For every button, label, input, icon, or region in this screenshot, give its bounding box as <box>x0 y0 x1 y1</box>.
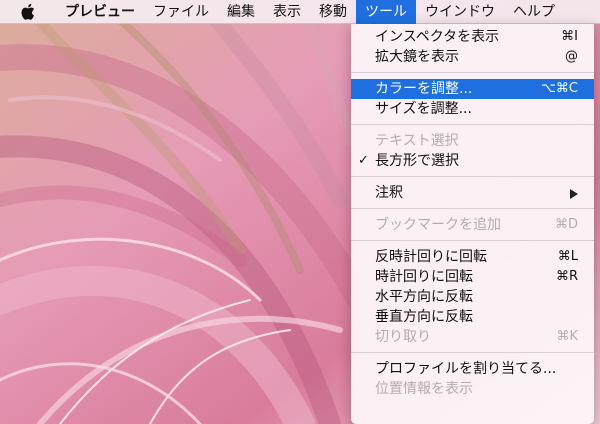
menu-item-adjust-size[interactable]: サイズを調整... <box>351 99 594 119</box>
apple-logo-icon[interactable] <box>16 0 38 24</box>
menu-item-label: プロファイルを割り当てる... <box>375 361 557 377</box>
menu-item-assign-profile[interactable]: プロファイルを割り当てる... <box>351 359 594 379</box>
menu-separator <box>351 176 594 177</box>
menu-item-label: カラーを調整... <box>375 81 473 97</box>
menu-separator <box>351 240 594 241</box>
menubar-file[interactable]: ファイル <box>144 0 218 24</box>
menubar-tools[interactable]: ツール <box>356 0 416 24</box>
submenu-arrow-icon <box>570 189 578 199</box>
tools-menu: インスペクタを表示 ⌘I 拡大鏡を表示 @ カラーを調整... ⌥⌘C サイズを… <box>351 24 594 424</box>
shortcut: ⌘I <box>561 29 578 44</box>
menubar-edit[interactable]: 編集 <box>218 0 264 24</box>
menu-item-label: 注釈 <box>375 185 403 201</box>
menu-separator <box>351 72 594 73</box>
menu-item-annotate[interactable]: 注釈 <box>351 183 594 203</box>
menu-item-label: 反時計回りに回転 <box>375 249 487 265</box>
menu-item-rotate-right[interactable]: 時計回りに回転 ⌘R <box>351 267 594 287</box>
menu-item-adjust-color[interactable]: カラーを調整... ⌥⌘C <box>351 79 594 99</box>
menu-item-flip-vertical[interactable]: 垂直方向に反転 <box>351 307 594 327</box>
checkmark-icon: ✓ <box>358 153 369 168</box>
menu-item-label: 切り取り <box>375 329 431 345</box>
menu-item-text-selection: テキスト選択 <box>351 131 594 151</box>
menubar-view[interactable]: 表示 <box>264 0 310 24</box>
menu-bar: プレビュー ファイル 編集 表示 移動 ツール ウインドウ ヘルプ <box>0 0 600 24</box>
menu-item-label: 水平方向に反転 <box>375 289 473 305</box>
menu-item-crop: 切り取り ⌘K <box>351 327 594 347</box>
menu-item-label: ブックマークを追加 <box>375 217 501 233</box>
shortcut: ⌥⌘C <box>540 81 578 96</box>
menubar-app-preview[interactable]: プレビュー <box>56 0 144 24</box>
shortcut: ⌘D <box>554 217 578 232</box>
menu-item-label: 時計回りに回転 <box>375 269 473 285</box>
menu-separator <box>351 352 594 353</box>
shortcut: @ <box>565 49 578 64</box>
menu-separator <box>351 208 594 209</box>
menubar-help[interactable]: ヘルプ <box>504 0 564 24</box>
shortcut: ⌘L <box>557 249 578 264</box>
menu-item-rotate-left[interactable]: 反時計回りに回転 ⌘L <box>351 247 594 267</box>
menu-item-label: 拡大鏡を表示 <box>375 49 459 65</box>
menu-item-rectangular-selection[interactable]: ✓ 長方形で選択 <box>351 151 594 171</box>
menu-item-show-inspector[interactable]: インスペクタを表示 ⌘I <box>351 27 594 47</box>
menubar-go[interactable]: 移動 <box>310 0 356 24</box>
menu-item-add-bookmark: ブックマークを追加 ⌘D <box>351 215 594 235</box>
menu-item-show-magnifier[interactable]: 拡大鏡を表示 @ <box>351 47 594 67</box>
menu-item-flip-horizontal[interactable]: 水平方向に反転 <box>351 287 594 307</box>
menu-item-label: テキスト選択 <box>375 133 459 149</box>
menu-item-label: 長方形で選択 <box>375 153 459 169</box>
menu-item-label: 垂直方向に反転 <box>375 309 473 325</box>
menu-item-show-location: 位置情報を表示 <box>351 379 594 399</box>
menu-item-label: インスペクタを表示 <box>375 29 500 45</box>
menubar-window[interactable]: ウインドウ <box>416 0 504 24</box>
menu-item-label: 位置情報を表示 <box>375 381 473 397</box>
shortcut: ⌘K <box>556 329 578 344</box>
menu-item-label: サイズを調整... <box>375 101 472 117</box>
menu-separator <box>351 124 594 125</box>
shortcut: ⌘R <box>555 269 578 284</box>
